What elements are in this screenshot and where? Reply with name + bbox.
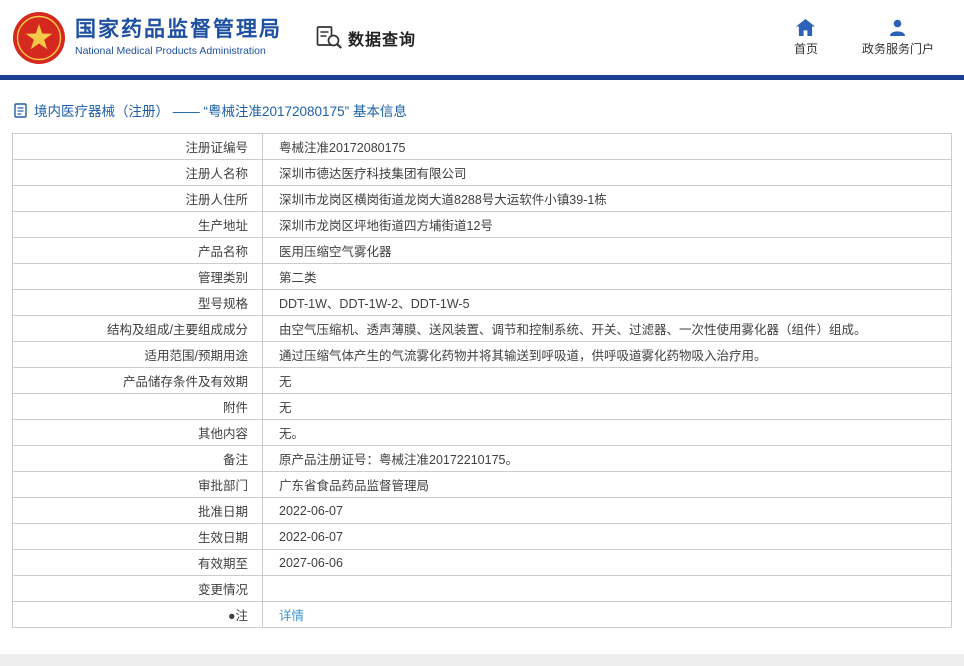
- info-table-body: 注册证编号 粤械注准20172080175 注册人名称 深圳市德达医疗科技集团有限公司…: [12, 133, 952, 628]
- row-label: 批准日期: [12, 497, 263, 524]
- document-icon: [14, 102, 27, 118]
- row-label: 管理类别: [12, 263, 263, 290]
- row-label: 注册人名称: [12, 159, 263, 186]
- nav-label-home: 首页: [793, 41, 818, 56]
- table-row: 其他内容 无。: [12, 419, 952, 446]
- row-value: 无: [262, 393, 952, 420]
- page-title: 境内医疗器械（注册） —— “粤械注准20172080175” 基本信息: [12, 100, 952, 120]
- row-value: 深圳市龙岗区横岗街道龙岗大道8288号大运软件小镇39-1栋: [262, 185, 952, 212]
- row-label: 产品储存条件及有效期: [12, 367, 263, 394]
- row-value: 深圳市龙岗区坪地街道四方埔街道12号: [262, 211, 952, 238]
- row-label: 注册人住所: [12, 185, 263, 212]
- row-value: 详情: [262, 601, 952, 628]
- row-label: 附件: [12, 393, 263, 420]
- document-search-icon: [316, 26, 342, 49]
- table-row: 产品储存条件及有效期无: [12, 367, 952, 394]
- nmpa-logo[interactable]: 国家药品监督管理局 National Medical Products Admi…: [12, 11, 282, 65]
- nav-item-portal[interactable]: 政务服务门户: [862, 19, 934, 57]
- table-row: 审批部门 广东省食品药品监督管理局: [12, 471, 952, 498]
- table-row: ●注 详情: [12, 601, 952, 628]
- logo-text: 国家药品监督管理局 National Medical Products Admi…: [75, 18, 282, 57]
- org-name-en: National Medical Products Administration: [75, 45, 266, 58]
- row-label: 结构及组成/主要组成成分: [12, 315, 263, 342]
- row-value: 无: [262, 367, 952, 394]
- row-label: 备注: [12, 445, 263, 472]
- row-value: [262, 575, 952, 602]
- page: 国家药品监督管理局 National Medical Products Admi…: [0, 0, 964, 666]
- row-label: 适用范围/预期用途: [12, 341, 263, 368]
- row-value: 由空气压缩机、透声薄膜、送风装置、调节和控制系统、开关、过滤器、一次性使用雾化器…: [262, 315, 952, 342]
- table-row: 结构及组成/主要组成成分 由空气压缩机、透声薄膜、送风装置、调节和控制系统、开关、…: [12, 315, 952, 342]
- row-value: 通过压缩气体产生的气流雾化药物并将其输送到呼吸道，供呼吸道雾化药物吸入治疗用。: [262, 341, 952, 368]
- row-value: 原产品注册证号：粤械注准20172210175。: [262, 445, 952, 472]
- table-row: 注册证编号 粤械注准20172080175: [12, 133, 952, 160]
- table-row: 有效期至 2027-06-06: [12, 549, 952, 576]
- data-query-label: 数据查询: [348, 31, 417, 49]
- row-value: 医用压缩空气雾化器: [262, 237, 952, 264]
- row-label: 注册证编号: [12, 133, 263, 160]
- row-label: 有效期至: [12, 549, 263, 576]
- row-label: 产品名称: [12, 237, 263, 264]
- org-name-cn: 国家药品监督管理局: [75, 17, 282, 41]
- row-label: 审批部门: [12, 471, 263, 498]
- table-row: 生效日期 2022-06-07: [12, 523, 952, 550]
- row-value: 2022-06-07: [262, 523, 952, 550]
- table-row: 产品名称 医用压缩空气雾化器: [12, 237, 952, 264]
- top-nav: 首页 政务服务门户: [786, 18, 934, 57]
- row-label: 生效日期: [12, 523, 263, 550]
- nav-label-portal: 政务服务门户: [861, 41, 934, 56]
- table-row: 型号规格 DDT-1W、DDT-1W-2、DDT-1W-5: [12, 289, 952, 316]
- detail-link[interactable]: 详情: [279, 609, 304, 623]
- table-row: 批准日期 2022-06-07: [12, 497, 952, 524]
- row-value: 无。: [262, 419, 952, 446]
- row-value: DDT-1W、DDT-1W-2、DDT-1W-5: [262, 289, 952, 316]
- table-row: 备注 原产品注册证号：粤械注准20172210175。: [12, 445, 952, 472]
- page-title-text: 境内医疗器械（注册） —— “粤械注准20172080175” 基本信息: [34, 104, 407, 119]
- table-row: 附件无: [12, 393, 952, 420]
- nav-item-home[interactable]: 首页: [786, 18, 826, 57]
- table-row: 注册人住所 深圳市龙岗区横岗街道龙岗大道8288号大运软件小镇39-1栋: [12, 185, 952, 212]
- table-row: 变更情况: [12, 575, 952, 602]
- row-label: 生产地址: [12, 211, 263, 238]
- row-label: 其他内容: [12, 419, 263, 446]
- row-value: 深圳市德达医疗科技集团有限公司: [262, 159, 952, 186]
- table-row: 管理类别 第二类: [12, 263, 952, 290]
- table-row: 注册人名称 深圳市德达医疗科技集团有限公司: [12, 159, 952, 186]
- row-label: 型号规格: [12, 289, 263, 316]
- home-icon: [796, 18, 816, 36]
- row-value: 第二类: [262, 263, 952, 290]
- header: 国家药品监督管理局 National Medical Products Admi…: [0, 0, 964, 75]
- footer-strip: [0, 654, 964, 666]
- data-query-tab[interactable]: 数据查询: [316, 25, 416, 50]
- main-content: 境内医疗器械（注册） —— “粤械注准20172080175” 基本信息 注册证…: [0, 80, 964, 654]
- row-label: 变更情况: [12, 575, 263, 602]
- row-value: 2022-06-07: [262, 497, 952, 524]
- row-value: 粤械注准20172080175: [262, 133, 952, 160]
- table-row: 生产地址 深圳市龙岗区坪地街道四方埔街道12号: [12, 211, 952, 238]
- row-label: ●注: [12, 601, 263, 628]
- row-value: 2027-06-06: [262, 549, 952, 576]
- nmpa-emblem-icon: [13, 11, 65, 64]
- table-row: 适用范围/预期用途 通过压缩气体产生的气流雾化药物并将其输送到呼吸道，供呼吸道雾化…: [12, 341, 952, 368]
- user-icon: [890, 19, 906, 36]
- row-value: 广东省食品药品监督管理局: [262, 471, 952, 498]
- info-table: 注册证编号 粤械注准20172080175 注册人名称 深圳市德达医疗科技集团有限公司…: [12, 133, 952, 628]
